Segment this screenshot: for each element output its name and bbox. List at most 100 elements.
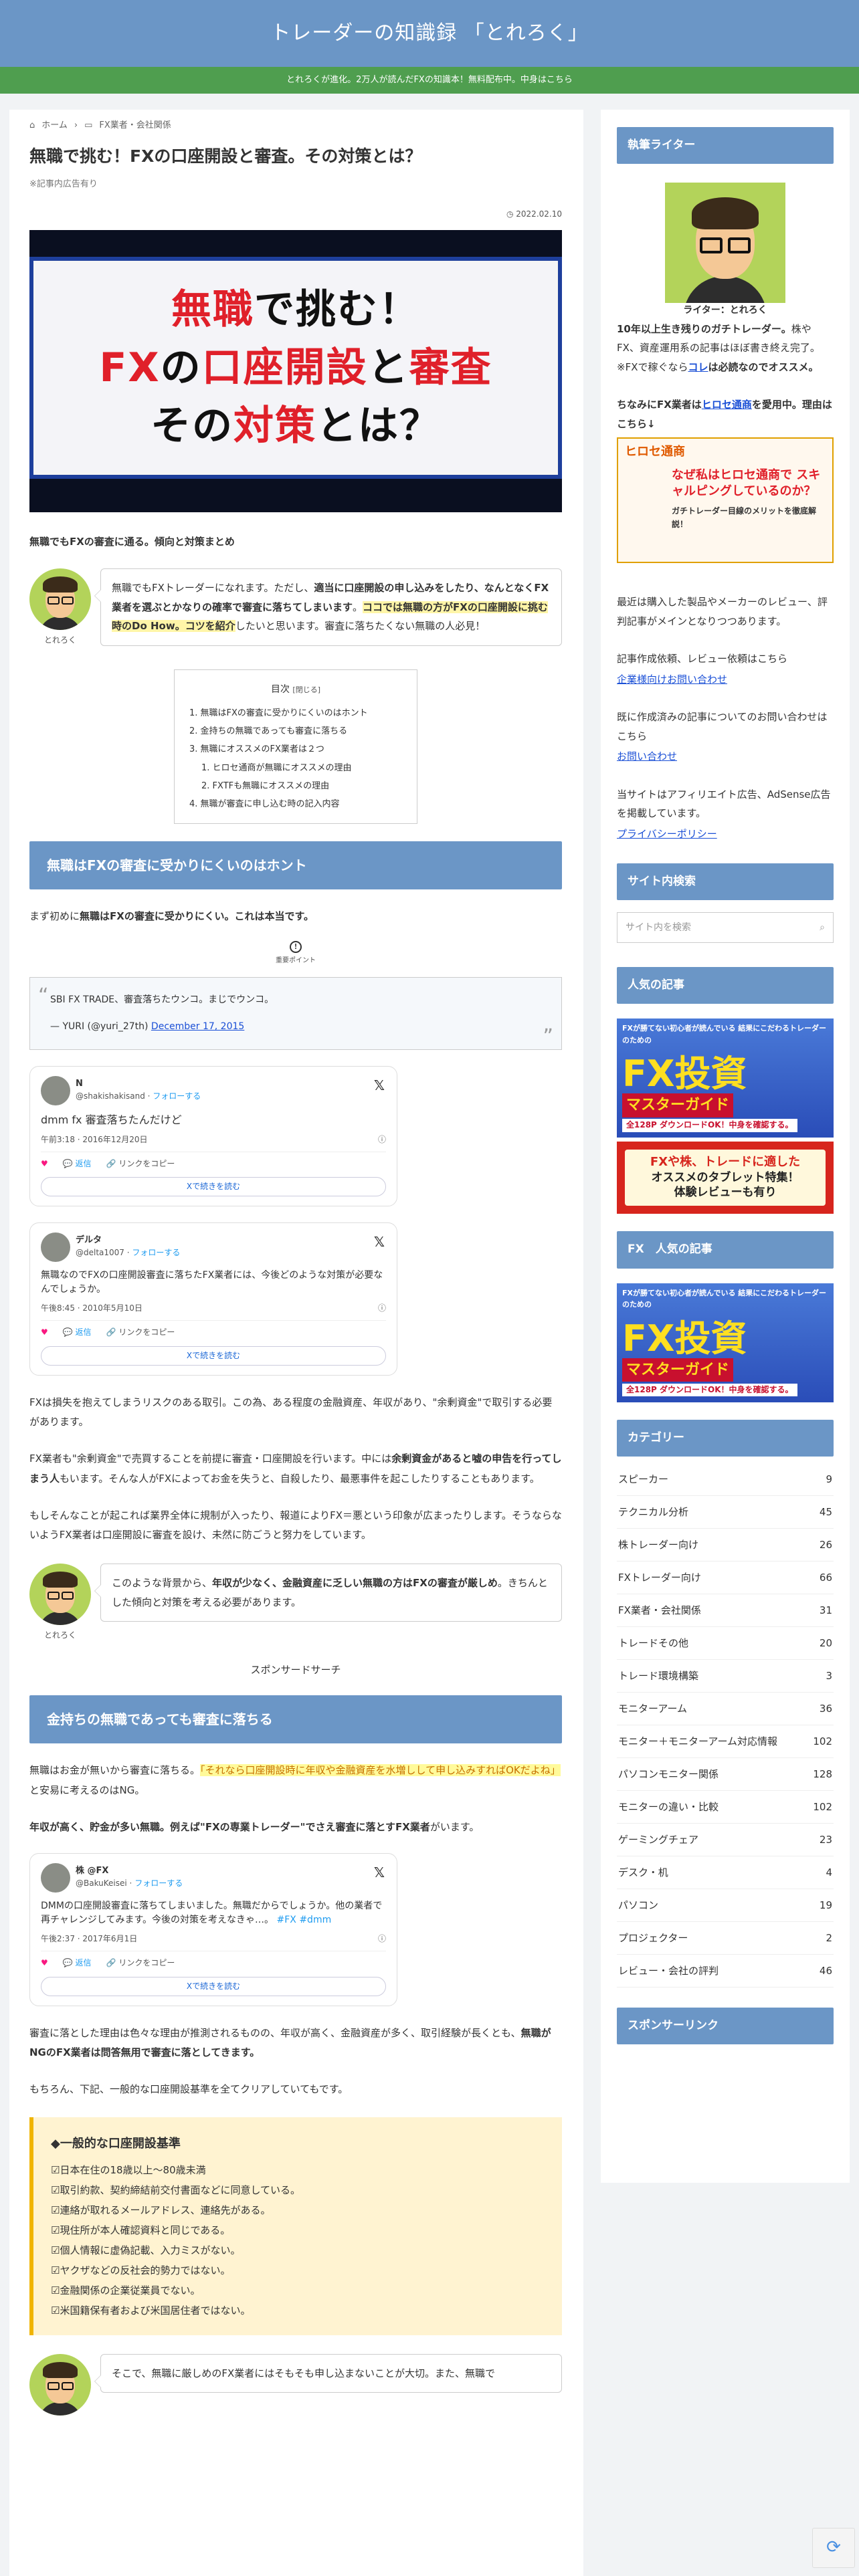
toc-item[interactable]: 1. 無職はFXの審査に受かりにくいのはホント xyxy=(189,704,402,722)
paragraph: 無職はお金が無いから審査に落ちる。「それなら口座開設時に年収や金融資産を水増しし… xyxy=(29,1764,561,1796)
clock-icon: ◷ xyxy=(506,209,516,219)
link-icon[interactable]: 🔗 リンクをコピー xyxy=(106,1326,175,1339)
hirose-link[interactable]: ヒロセ通商 xyxy=(702,399,752,411)
criteria-item: ☑連絡が取れるメールアドレス、連絡先がある。 xyxy=(51,2204,271,2216)
toc-item[interactable]: 4. 無職が審査に申し込む時の記入内容 xyxy=(189,795,402,813)
x-logo-icon[interactable]: 𝕏 xyxy=(374,1075,385,1096)
tablet-banner[interactable]: FXや株、トレードに適した オススメのタブレット特集！ 体験レビューも有り xyxy=(617,1142,834,1214)
breadcrumb-category[interactable]: FX業者・会社関係 xyxy=(99,119,171,133)
info-icon[interactable]: ⓘ xyxy=(378,1134,386,1146)
info-icon[interactable]: ⓘ xyxy=(378,1933,386,1945)
category-item[interactable]: FX業者・会社関係 31 xyxy=(617,1594,834,1627)
tweet-user-name[interactable]: N xyxy=(76,1079,201,1090)
follow-link[interactable]: フォローする xyxy=(153,1091,201,1101)
privacy-policy-link[interactable]: プライバシーポリシー xyxy=(617,828,717,840)
heart-icon[interactable]: ♥ xyxy=(41,1158,48,1170)
breadcrumb-home[interactable]: ホーム xyxy=(41,119,68,133)
paragraph: もちろん、下記、一般的な口座開設基準を全てクリアしていてもです。 xyxy=(29,2083,349,2096)
read-more-button[interactable]: Xで続きを読む xyxy=(41,1177,386,1197)
category-item[interactable]: トレード環境構築 3 xyxy=(617,1660,834,1693)
writer-caption: ライター：とれろく xyxy=(683,305,767,316)
speech-balloon: とれろく このような背景から、年収が少なく、金融資産に乏しい無職の方はFXの審査… xyxy=(29,1564,562,1642)
alert-icon: ! xyxy=(290,940,302,953)
quote-date-link[interactable]: December 17, 2015 xyxy=(151,1021,244,1032)
category-item[interactable]: デスク・机 4 xyxy=(617,1856,834,1889)
paragraph: FXは損失を抱えてしまうリスクのある取引。この為、ある程度の金融資産、年収があり… xyxy=(29,1396,553,1428)
search-input[interactable]: サイト内を検索 ⌕ xyxy=(617,912,834,944)
hashtags[interactable]: #FX #dmm xyxy=(277,1915,332,1925)
site-title[interactable]: トレーダーの知識録 「とれろく」 xyxy=(270,17,589,49)
heart-icon[interactable]: ♥ xyxy=(41,1326,48,1339)
avatar[interactable] xyxy=(41,1075,70,1105)
category-item[interactable]: モニターの違い・比較 102 xyxy=(617,1791,834,1824)
heart-icon[interactable]: ♥ xyxy=(41,1957,48,1969)
toc-title: 目次 xyxy=(270,684,290,695)
x-logo-icon[interactable]: 𝕏 xyxy=(374,1862,385,1883)
toc-toggle[interactable]: [閉じる] xyxy=(292,685,320,694)
fx-guide-banner[interactable]: FXが勝てない初心者が読んでいる 結果にこだわるトレーダーのための FX投資 マ… xyxy=(617,1283,834,1402)
tweet-time[interactable]: 午前3:18 · 2016年12月20日 xyxy=(41,1134,147,1146)
category-item[interactable]: モニター＋モニターアーム対応情報 102 xyxy=(617,1725,834,1758)
eyecatch-line-2: FXの口座開設と審査 xyxy=(99,344,492,391)
tweet-handle[interactable]: @delta1007 xyxy=(76,1248,124,1257)
tweet-user-name[interactable]: デルタ xyxy=(76,1235,180,1247)
table-of-contents: 目次 [閉じる] 1. 無職はFXの審査に受かりにくいのはホント 2. 金持ちの… xyxy=(174,669,417,824)
quote-close-icon: ” xyxy=(543,1025,553,1049)
read-more-button[interactable]: Xで続きを読む xyxy=(41,1976,386,1996)
contact-link[interactable]: お問い合わせ xyxy=(617,750,677,762)
avatar[interactable] xyxy=(41,1863,70,1893)
toc-item[interactable]: 2. 金持ちの無職であっても審査に落ちる xyxy=(189,722,402,740)
tweet-card: デルタ @delta1007 · フォローする 𝕏 無職なのでFXの口座開設審査… xyxy=(29,1222,397,1376)
follow-link[interactable]: フォローする xyxy=(132,1248,180,1257)
category-item[interactable]: レビュー・会社の評判 46 xyxy=(617,1955,834,1988)
search-icon[interactable]: ⌕ xyxy=(820,920,825,935)
link-icon[interactable]: 🔗 リンクをコピー xyxy=(106,1957,175,1969)
business-contact-link[interactable]: 企業様向けお問い合わせ xyxy=(617,673,727,685)
category-item[interactable]: パソコンモニター関係 128 xyxy=(617,1758,834,1791)
category-item[interactable]: ゲーミングチェア 23 xyxy=(617,1824,834,1856)
tweet-time[interactable]: 午後2:37 · 2017年6月1日 xyxy=(41,1933,137,1945)
reply-icon[interactable]: 💬 返信 xyxy=(63,1326,92,1339)
category-item[interactable]: プロジェクター 2 xyxy=(617,1922,834,1955)
category-item[interactable]: パソコン 19 xyxy=(617,1889,834,1922)
toc-item[interactable]: 3. 無職にオススメのFX業者は２つ xyxy=(189,740,402,758)
pr-notice: ※記事内広告有り xyxy=(29,179,98,190)
notice-bar[interactable]: とれろくが進化。2万人が読んだFXの知識本！無料配布中。中身はこちら xyxy=(0,67,859,94)
avatar[interactable] xyxy=(41,1232,70,1263)
tweet-handle[interactable]: @BakuKeisei xyxy=(76,1879,127,1888)
criteria-item: ☑金融関係の企業従業員でない。 xyxy=(51,2284,201,2296)
fx-guide-banner[interactable]: FXが勝てない初心者が読んでいる 結果にこだわるトレーダーのための FX投資 マ… xyxy=(617,1018,834,1138)
toc-item[interactable]: 1. ヒロセ通商が無職にオススメの理由 xyxy=(189,759,402,777)
criteria-box: ◆一般的な口座開設基準 ☑日本在住の18歳以上〜80歳未満 ☑取引約款、契約締結… xyxy=(29,2117,562,2335)
tweet-time[interactable]: 午後8:45 · 2010年5月10日 xyxy=(41,1302,142,1315)
reply-icon[interactable]: 💬 返信 xyxy=(63,1957,92,1969)
recaptcha-badge[interactable]: ⟳ xyxy=(812,2528,855,2568)
criteria-item: ☑取引約款、契約締結前交付書面などに同意している。 xyxy=(51,2183,300,2196)
link-icon[interactable]: 🔗 リンクをコピー xyxy=(106,1158,175,1170)
category-item[interactable]: 株トレーダー向け 26 xyxy=(617,1529,834,1562)
criteria-item: ☑個人情報に虚偽記載、入力ミスがない。 xyxy=(51,2244,241,2256)
writer-link[interactable]: コレ xyxy=(688,361,708,373)
read-more-button[interactable]: Xで続きを読む xyxy=(41,1346,386,1366)
tweet-user-name[interactable]: 株 @FX xyxy=(76,1866,183,1877)
category-item[interactable]: テクニカル分析 45 xyxy=(617,1496,834,1529)
widget-heading-fx-popular: FX 人気の記事 xyxy=(617,1231,834,1269)
speech-balloon: とれろく 無職でもFXトレーダーになれます。ただし、適当に口座開設の申し込みをし… xyxy=(29,568,562,647)
quote-open-icon: “ xyxy=(38,984,49,1008)
category-item[interactable]: スピーカー 9 xyxy=(617,1463,834,1496)
tweet-handle[interactable]: @shakishakisand xyxy=(76,1091,145,1101)
x-logo-icon[interactable]: 𝕏 xyxy=(374,1231,385,1253)
eyecatch-line-3: その対策とは？ xyxy=(151,402,441,449)
paragraph: 年収が高く、貯金が多い無職。例えば"FXの専業トレーダー"でさえ審査に落とすFX… xyxy=(29,1820,480,1833)
widget-heading-writer: 執筆ライター xyxy=(617,127,834,165)
breadcrumb: ⌂ ホーム › ▭ FX業者・会社関係 xyxy=(29,119,562,133)
info-icon[interactable]: ⓘ xyxy=(378,1302,386,1315)
category-item[interactable]: トレードその他 20 xyxy=(617,1627,834,1660)
reply-icon[interactable]: 💬 返信 xyxy=(63,1158,92,1170)
hirose-banner[interactable]: ヒロセ通商 なぜ私はヒロセ通商で スキャルピングしているのか？ ガチトレーダー目… xyxy=(617,437,834,564)
paragraph: まず初めに無職はFXの審査に受かりにくい。これは本当です。 xyxy=(29,909,314,922)
follow-link[interactable]: フォローする xyxy=(134,1879,183,1888)
toc-item[interactable]: 2. FXTFも無職にオススメの理由 xyxy=(189,777,402,795)
category-item[interactable]: モニターアーム 36 xyxy=(617,1693,834,1725)
category-item[interactable]: FXトレーダー向け 66 xyxy=(617,1562,834,1594)
